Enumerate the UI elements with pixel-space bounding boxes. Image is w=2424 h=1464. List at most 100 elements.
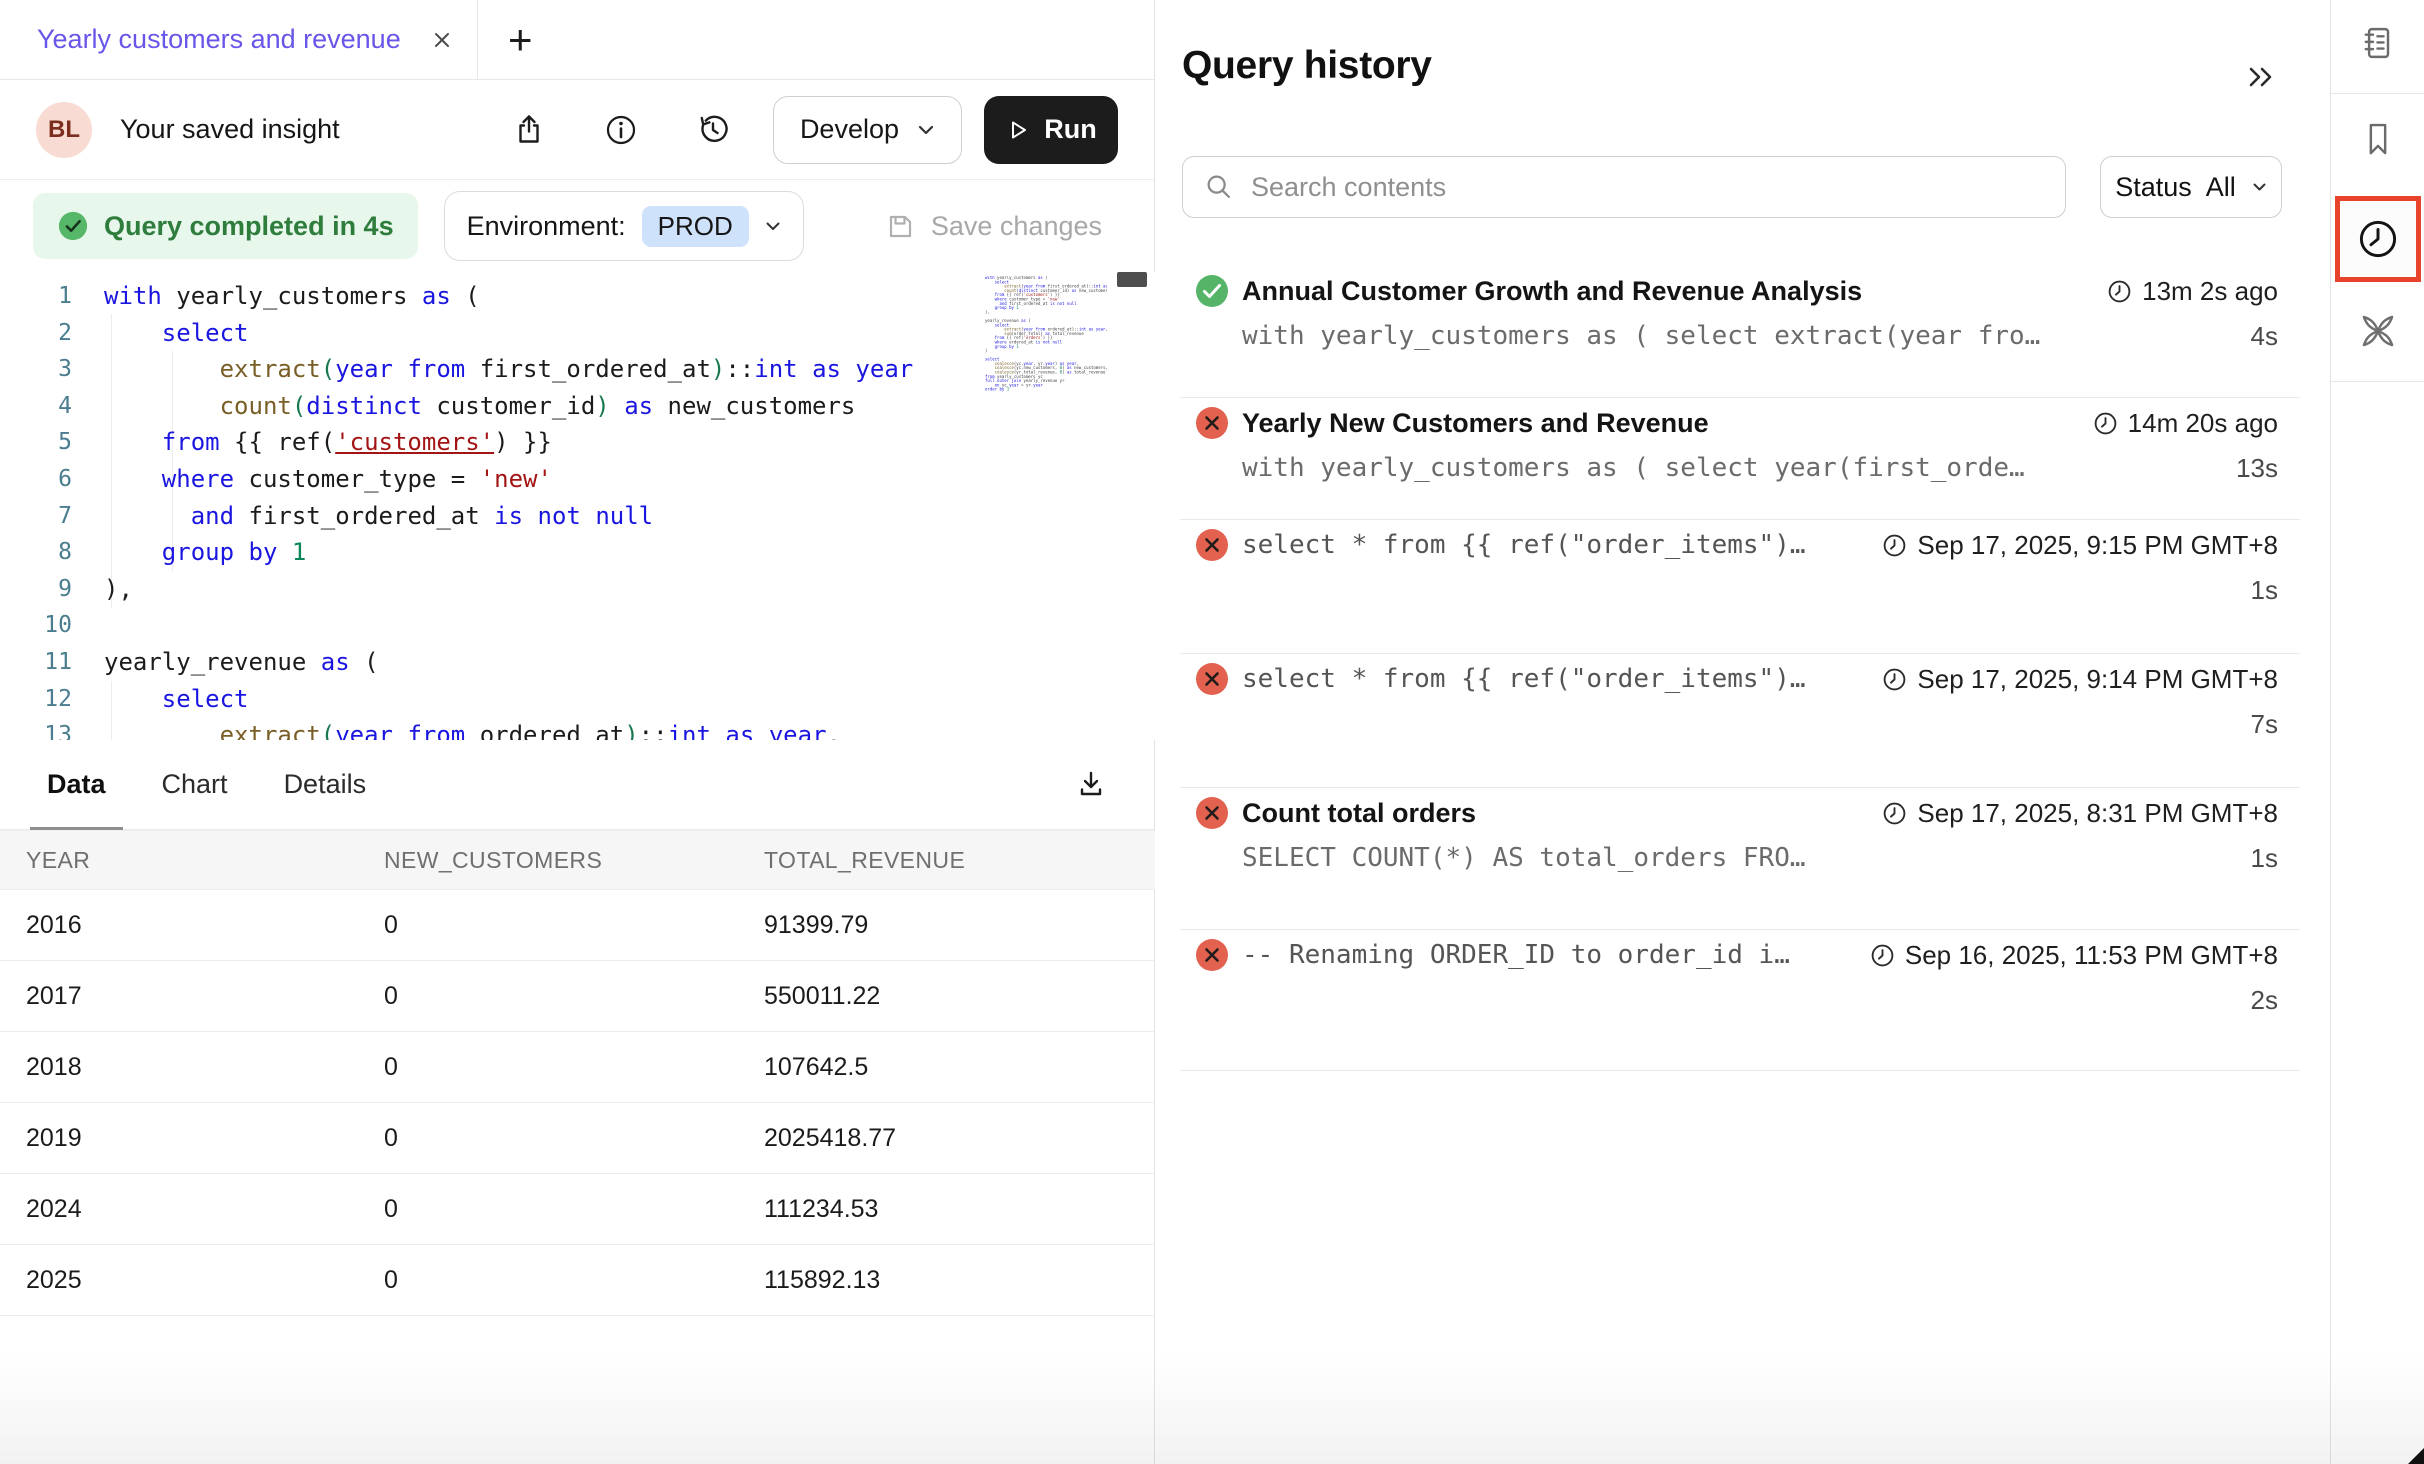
- table-cell: 0: [384, 961, 764, 1032]
- environment-label: Environment:: [467, 211, 626, 242]
- code-text: group by 1: [104, 534, 306, 571]
- line-number: 6: [0, 461, 72, 498]
- version-history-icon[interactable]: [695, 112, 731, 148]
- code-text: select: [104, 315, 249, 352]
- code-line[interactable]: 5 from {{ ref('customers') }}: [0, 424, 1155, 461]
- history-item[interactable]: -- Renaming ORDER_ID to order_id i… Sep 1…: [1156, 929, 2330, 1070]
- code-line[interactable]: 3 extract(year from first_ordered_at)::i…: [0, 351, 1155, 388]
- code-line[interactable]: 9),: [0, 571, 1155, 608]
- history-item[interactable]: select * from {{ ref("order_items")… Sep …: [1156, 519, 2330, 653]
- time-text: Sep 17, 2025, 8:31 PM GMT+8: [1917, 798, 2278, 829]
- status-error-icon: [1195, 938, 1229, 972]
- tab-yearly-customers-and-revenue[interactable]: Yearly customers and revenue: [0, 0, 478, 80]
- history-item-title: select * from {{ ref("order_items")…: [1242, 530, 1806, 560]
- code-line[interactable]: 6 where customer_type = 'new': [0, 461, 1155, 498]
- divider: [2331, 381, 2424, 382]
- history-item-title: -- Renaming ORDER_ID to order_id i…: [1242, 940, 1790, 970]
- clock-icon: [1870, 943, 1895, 968]
- notebook-icon[interactable]: [2358, 23, 2398, 63]
- lineage-icon[interactable]: [2356, 309, 2400, 353]
- code-text: select: [104, 681, 249, 718]
- status-filter-button[interactable]: Status All: [2100, 156, 2282, 218]
- code-line[interactable]: 10: [0, 607, 1155, 644]
- table-cell: 2016: [0, 890, 384, 961]
- run-button[interactable]: Run: [984, 96, 1118, 164]
- right-icon-rail: [2330, 0, 2424, 1464]
- chevron-down-icon: [2252, 182, 2267, 192]
- table-cell: 0: [384, 1174, 764, 1245]
- code-line[interactable]: 11yearly_revenue as (: [0, 644, 1155, 681]
- results-tab-details[interactable]: Details: [267, 740, 384, 830]
- share-icon[interactable]: [511, 112, 547, 148]
- page-title: Your saved insight: [120, 114, 340, 145]
- status-filter-value: All: [2206, 172, 2236, 203]
- code-line[interactable]: 12 select: [0, 681, 1155, 718]
- tab-bar: Yearly customers and revenue +: [0, 0, 1154, 80]
- develop-button[interactable]: Develop: [773, 96, 962, 164]
- history-item[interactable]: Annual Customer Growth and Revenue Analy…: [1156, 265, 2330, 397]
- table-cell: 2017: [0, 961, 384, 1032]
- chevron-down-icon: [765, 221, 781, 232]
- status-success-icon: [1195, 274, 1229, 308]
- history-item[interactable]: select * from {{ ref("order_items")…Sep …: [1156, 653, 2330, 787]
- document-header: BL Your saved insight: [0, 80, 1154, 180]
- close-icon[interactable]: [431, 29, 453, 51]
- results-table: YEARNEW_CUSTOMERSTOTAL_REVENUE 201609139…: [0, 830, 1155, 1316]
- query-preview: with yearly_customers as ( select extrac…: [1242, 321, 2040, 351]
- code-line[interactable]: 2 select: [0, 315, 1155, 352]
- environment-selector[interactable]: Environment: PROD: [444, 191, 804, 261]
- new-tab-button[interactable]: +: [508, 19, 533, 61]
- code-line[interactable]: 8 group by 1: [0, 534, 1155, 571]
- table-row: 20250115892.13: [0, 1245, 1155, 1316]
- line-number: 5: [0, 424, 72, 461]
- history-item-time: 13m 2s ago: [2087, 276, 2278, 307]
- code-line[interactable]: 7 and first_ordered_at is not null: [0, 498, 1155, 535]
- code-line[interactable]: 13 extract(year from ordered_at)::int as…: [0, 717, 1155, 740]
- code-line[interactable]: 4 count(distinct customer_id) as new_cus…: [0, 388, 1155, 425]
- sql-editor[interactable]: 1with yearly_customers as (2 select3 ext…: [0, 272, 1155, 740]
- status-error-icon: [1195, 796, 1229, 830]
- table-cell: 2025418.77: [764, 1103, 1155, 1174]
- code-text: and first_ordered_at is not null: [104, 498, 653, 535]
- table-row: 201902025418.77: [0, 1103, 1155, 1174]
- save-changes-button[interactable]: Save changes: [883, 209, 1102, 243]
- tab-label: Yearly customers and revenue: [37, 24, 417, 55]
- download-icon[interactable]: [1073, 767, 1109, 803]
- clock-icon: [2093, 411, 2118, 436]
- info-icon[interactable]: [603, 112, 639, 148]
- bookmark-icon[interactable]: [2358, 119, 2398, 163]
- editor-minimap[interactable]: with yearly_customers as ( select extrac…: [985, 276, 1107, 716]
- line-number: 11: [0, 644, 72, 681]
- divider: [1180, 1070, 2300, 1071]
- search-icon: [1203, 171, 1235, 203]
- code-text: ),: [104, 571, 133, 608]
- table-cell: 2019: [0, 1103, 384, 1174]
- results-tab-data[interactable]: Data: [30, 740, 123, 830]
- table-row: 20240111234.53: [0, 1174, 1155, 1245]
- history-item-header: Count total ordersSep 17, 2025, 8:31 PM …: [1195, 791, 2278, 835]
- clock-icon: [1882, 667, 1907, 692]
- editor-scrollbar-thumb[interactable]: [1117, 272, 1147, 287]
- clock-icon: [1882, 801, 1907, 826]
- table-header-row: YEARNEW_CUSTOMERSTOTAL_REVENUE: [0, 831, 1155, 890]
- results-tab-chart[interactable]: Chart: [145, 740, 245, 830]
- table-cell: 91399.79: [764, 890, 1155, 961]
- history-clock-icon[interactable]: [2355, 216, 2401, 262]
- history-item[interactable]: Yearly New Customers and Revenue14m 20s …: [1156, 397, 2330, 519]
- clock-icon: [2107, 279, 2132, 304]
- query-history-panel: Query history Status All Annual Customer…: [1156, 0, 2330, 1464]
- line-number: 12: [0, 681, 72, 718]
- resize-corner[interactable]: [2408, 1448, 2424, 1464]
- code-line[interactable]: 1with yearly_customers as (: [0, 278, 1155, 315]
- history-item[interactable]: Count total ordersSep 17, 2025, 8:31 PM …: [1156, 787, 2330, 929]
- double-chevron-right-icon[interactable]: [2244, 62, 2278, 92]
- develop-button-label: Develop: [800, 114, 899, 145]
- history-item-time: Sep 16, 2025, 11:53 PM GMT+8: [1850, 940, 2278, 971]
- history-item-time: Sep 17, 2025, 9:15 PM GMT+8: [1862, 530, 2278, 561]
- search-input[interactable]: [1249, 171, 2045, 204]
- history-item-time: Sep 17, 2025, 9:14 PM GMT+8: [1862, 664, 2278, 695]
- chevron-down-icon: [917, 124, 935, 136]
- duration-text: 13s: [2236, 453, 2278, 484]
- duration-text: 4s: [2251, 321, 2278, 352]
- query-history-title: Query history: [1182, 44, 1432, 88]
